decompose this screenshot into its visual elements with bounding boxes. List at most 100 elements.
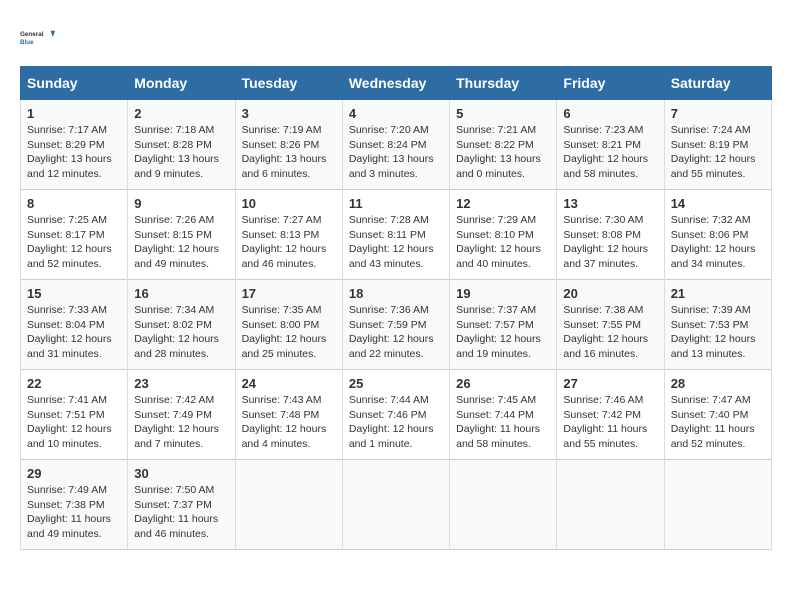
sunrise-text: Sunrise: 7:47 AM	[671, 394, 751, 406]
daylight-text: Daylight: 12 hours and 58 minutes.	[563, 153, 648, 180]
cell-content: Sunrise: 7:17 AMSunset: 8:29 PMDaylight:…	[27, 123, 121, 182]
calendar-cell: 13Sunrise: 7:30 AMSunset: 8:08 PMDayligh…	[557, 190, 664, 280]
sunrise-text: Sunrise: 7:32 AM	[671, 214, 751, 226]
calendar-cell: 11 Sunrise: 7:28 AM Sunset: 8:11 PM Dayligh…	[342, 190, 449, 280]
svg-text:Blue: Blue	[20, 39, 34, 46]
cell-content: Sunrise: 7:41 AMSunset: 7:51 PMDaylight:…	[27, 393, 121, 452]
daylight-text: Daylight: 12 hours and 46 minutes.	[242, 243, 327, 270]
calendar-cell	[557, 460, 664, 550]
calendar-cell: 2Sunrise: 7:18 AMSunset: 8:28 PMDaylight…	[128, 100, 235, 190]
day-number: 24	[242, 376, 336, 391]
daylight-text: Daylight: 13 hours and 12 minutes.	[27, 153, 112, 180]
calendar-cell: 9Sunrise: 7:26 AMSunset: 8:15 PMDaylight…	[128, 190, 235, 280]
day-number: 12	[456, 196, 550, 211]
day-number: 11	[349, 196, 443, 211]
sunset-text: Sunset: 7:44 PM	[456, 409, 534, 421]
sunset-text: Sunset: 8:24 PM	[349, 139, 427, 151]
sunset-text: Sunset: 7:38 PM	[27, 499, 105, 511]
sunrise-text: Sunrise: 7:36 AM	[349, 304, 429, 316]
sunrise-text: Sunrise: 7:42 AM	[134, 394, 214, 406]
day-number: 20	[563, 286, 657, 301]
daylight-text: Daylight: 12 hours and 25 minutes.	[242, 333, 327, 360]
cell-content: Sunrise: 7:20 AMSunset: 8:24 PMDaylight:…	[349, 123, 443, 182]
sunrise-text: Sunrise: 7:24 AM	[671, 124, 751, 136]
daylight-text: Daylight: 11 hours and 55 minutes.	[563, 423, 647, 450]
cell-content: Sunrise: 7:39 AM Sunset: 7:53 PM Daylight:…	[671, 303, 765, 362]
day-number: 6	[563, 106, 657, 121]
calendar-week-row: 15Sunrise: 7:33 AMSunset: 8:04 PMDayligh…	[21, 280, 772, 370]
sunrise-text: Sunrise: 7:44 AM	[349, 394, 429, 406]
daylight-text: Daylight: 13 hours and 3 minutes.	[349, 153, 434, 180]
sunset-text: Sunset: 8:02 PM	[134, 319, 212, 331]
calendar-cell	[235, 460, 342, 550]
calendar-cell: 29Sunrise: 7:49 AMSunset: 7:38 PMDayligh…	[21, 460, 128, 550]
header-row: SundayMondayTuesdayWednesdayThursdayFrid…	[21, 67, 772, 100]
svg-text:General: General	[20, 31, 44, 38]
sunrise-text: Sunrise: 7:26 AM	[134, 214, 214, 226]
day-number: 25	[349, 376, 443, 391]
sunrise-text: Sunrise: 7:28 AM	[349, 214, 429, 226]
daylight-text: Daylight: 12 hours and 43 minutes.	[349, 243, 434, 270]
sunset-text: Sunset: 8:15 PM	[134, 229, 212, 241]
sunrise-text: Sunrise: 7:33 AM	[27, 304, 107, 316]
sunrise-text: Sunrise: 7:30 AM	[563, 214, 643, 226]
calendar-table: SundayMondayTuesdayWednesdayThursdayFrid…	[20, 66, 772, 550]
daylight-text: Daylight: 11 hours and 52 minutes.	[671, 423, 755, 450]
sunset-text: Sunset: 7:49 PM	[134, 409, 212, 421]
daylight-text: Daylight: 12 hours and 22 minutes.	[349, 333, 434, 360]
daylight-text: Daylight: 12 hours and 1 minute.	[349, 423, 434, 450]
sunrise-text: Sunrise: 7:19 AM	[242, 124, 322, 136]
calendar-cell: 12 Sunrise: 7:29 AMSunset: 8:10 PMDayligh…	[450, 190, 557, 280]
cell-content: Sunrise: 7:29 AMSunset: 8:10 PMDaylight:…	[456, 213, 550, 272]
sunrise-text: Sunrise: 7:49 AM	[27, 484, 107, 496]
sunset-text: Sunset: 8:06 PM	[671, 229, 749, 241]
day-number: 16	[134, 286, 228, 301]
day-number: 14	[671, 196, 765, 211]
cell-content: Sunrise: 7:27 AMSunset: 8:13 PMDaylight:…	[242, 213, 336, 272]
sunset-text: Sunset: 8:22 PM	[456, 139, 534, 151]
sunrise-text: Sunrise: 7:39 AM	[671, 304, 751, 316]
calendar-cell: 5Sunrise: 7:21 AMSunset: 8:22 PMDaylight…	[450, 100, 557, 190]
day-number: 23	[134, 376, 228, 391]
calendar-cell	[342, 460, 449, 550]
calendar-cell: 8Sunrise: 7:25 AMSunset: 8:17 PMDaylight…	[21, 190, 128, 280]
day-number: 10	[242, 196, 336, 211]
sunset-text: Sunset: 7:53 PM	[671, 319, 749, 331]
calendar-cell: 30Sunrise: 7:50 AMSunset: 7:37 PMDayligh…	[128, 460, 235, 550]
sunset-text: Sunset: 8:17 PM	[27, 229, 105, 241]
sunset-text: Sunset: 8:10 PM	[456, 229, 534, 241]
day-number: 13	[563, 196, 657, 211]
calendar-cell: 4 Sunrise: 7:20 AMSunset: 8:24 PMDaylight…	[342, 100, 449, 190]
sunrise-text: Sunrise: 7:25 AM	[27, 214, 107, 226]
day-number: 4	[349, 106, 443, 121]
cell-content: Sunrise: 7:25 AM Sunset: 8:17 PM Daylight:…	[27, 213, 121, 272]
daylight-text: Daylight: 12 hours and 40 minutes.	[456, 243, 541, 270]
calendar-cell: 1Sunrise: 7:17 AMSunset: 8:29 PMDaylight…	[21, 100, 128, 190]
daylight-text: Daylight: 12 hours and 13 minutes.	[671, 333, 756, 360]
sunset-text: Sunset: 8:28 PM	[134, 139, 212, 151]
cell-content: Sunrise: 7:35 AMSunset: 8:00 PMDaylight:…	[242, 303, 336, 362]
daylight-text: Daylight: 11 hours and 46 minutes.	[134, 513, 218, 540]
cell-content: Sunrise: 7:19 AMSunset: 8:26 PMDaylight:…	[242, 123, 336, 182]
daylight-text: Daylight: 12 hours and 28 minutes.	[134, 333, 219, 360]
calendar-cell: 21Sunrise: 7:39 AMSunset: 7:53 PMDayligh…	[664, 280, 771, 370]
daylight-text: Daylight: 12 hours and 49 minutes.	[134, 243, 219, 270]
header-day: Saturday	[664, 67, 771, 100]
day-number: 19	[456, 286, 550, 301]
sunset-text: Sunset: 8:04 PM	[27, 319, 105, 331]
sunrise-text: Sunrise: 7:37 AM	[456, 304, 536, 316]
day-number: 3	[242, 106, 336, 121]
sunrise-text: Sunrise: 7:43 AM	[242, 394, 322, 406]
daylight-text: Daylight: 12 hours and 52 minutes.	[27, 243, 112, 270]
sunset-text: Sunset: 8:21 PM	[563, 139, 641, 151]
calendar-cell: 22Sunrise: 7:41 AMSunset: 7:51 PMDayligh…	[21, 370, 128, 460]
daylight-text: Daylight: 13 hours and 9 minutes.	[134, 153, 219, 180]
sunset-text: Sunset: 8:08 PM	[563, 229, 641, 241]
daylight-text: Daylight: 12 hours and 10 minutes.	[27, 423, 112, 450]
sunset-text: Sunset: 7:40 PM	[671, 409, 749, 421]
sunrise-text: Sunrise: 7:35 AM	[242, 304, 322, 316]
cell-content: Sunrise: 7:43 AMSunset: 7:48 PMDaylight:…	[242, 393, 336, 452]
daylight-text: Daylight: 12 hours and 55 minutes.	[671, 153, 756, 180]
sunrise-text: Sunrise: 7:41 AM	[27, 394, 107, 406]
sunset-text: Sunset: 8:11 PM	[349, 229, 426, 241]
